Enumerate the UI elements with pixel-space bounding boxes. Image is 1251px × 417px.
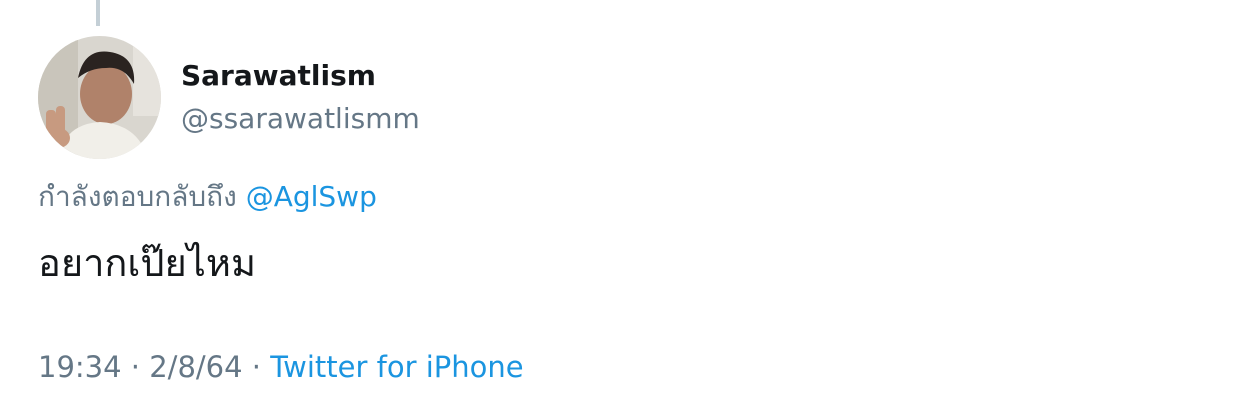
avatar[interactable] xyxy=(38,36,161,159)
author-display-name[interactable]: Sarawatlism xyxy=(181,56,376,96)
reply-prefix-label: กำลังตอบกลับถึง xyxy=(38,180,237,213)
meta-separator: · xyxy=(251,350,262,384)
meta-separator: · xyxy=(130,350,141,384)
reply-mention-link[interactable]: @AglSwp xyxy=(246,180,377,213)
tweet-time[interactable]: 19:34 xyxy=(38,350,122,384)
avatar-photo xyxy=(38,36,161,159)
reply-context: กำลังตอบกลับถึง @AglSwp xyxy=(38,177,377,217)
thread-connector-line xyxy=(96,0,100,26)
author-handle[interactable]: @ssarawatlismm xyxy=(181,99,420,139)
tweet-date[interactable]: 2/8/64 xyxy=(149,350,242,384)
tweet-text: อยากเป๊ยไหม xyxy=(38,241,257,285)
tweet-meta: 19:34 · 2/8/64 · Twitter for iPhone xyxy=(38,346,524,388)
tweet-source-link[interactable]: Twitter for iPhone xyxy=(270,350,523,384)
